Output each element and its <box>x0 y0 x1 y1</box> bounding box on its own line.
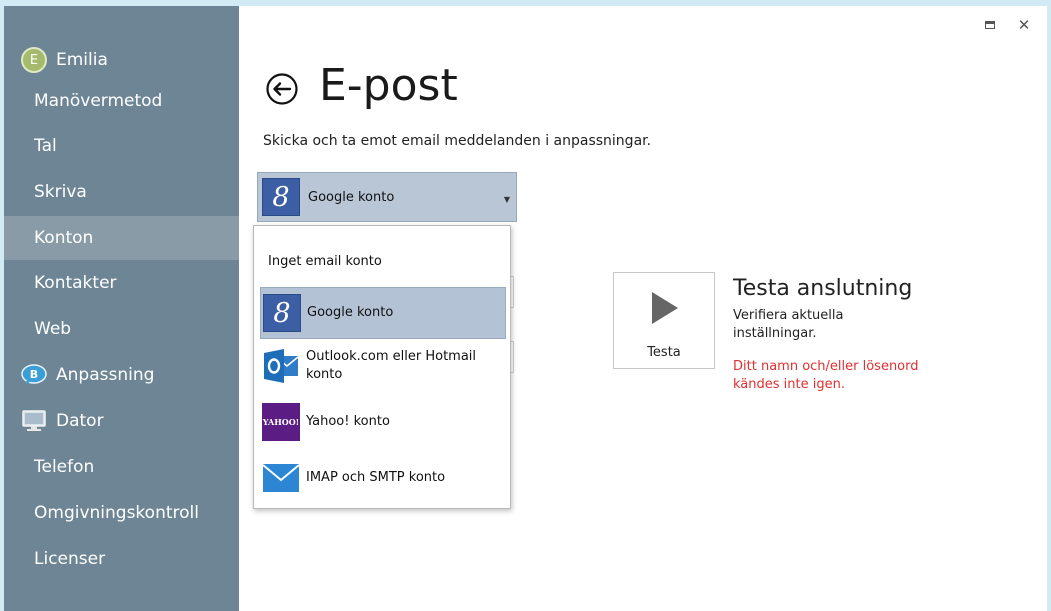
test-button[interactable]: Testa <box>613 272 715 369</box>
sidebar-item-manovermetod[interactable]: Manövermetod <box>4 79 239 123</box>
option-label: IMAP och SMTP konto <box>306 470 446 485</box>
sidebar-item-dator[interactable]: Dator <box>4 399 239 443</box>
sidebar-item-label: Skriva <box>34 182 87 202</box>
test-connection-title: Testa anslutning <box>733 276 913 301</box>
option-outlook[interactable]: Outlook.com eller Hotmail konto <box>260 340 506 392</box>
back-button[interactable] <box>265 72 299 106</box>
app-window: E Emilia Manövermetod Tal Skriva Konton … <box>4 6 1047 611</box>
sidebar-item-web[interactable]: Web <box>4 307 239 351</box>
monitor-icon <box>20 407 48 435</box>
sidebar-item-telefon[interactable]: Telefon <box>4 445 239 489</box>
account-select-value: Google konto <box>308 189 395 205</box>
page-subtitle: Skicka och ta emot email meddelanden i a… <box>263 133 652 149</box>
test-connection-error: Ditt namn och/eller lösenord kändes inte… <box>733 359 919 392</box>
sidebar-item-label: Anpassning <box>56 365 155 385</box>
sidebar: E Emilia Manövermetod Tal Skriva Konton … <box>4 6 239 611</box>
sidebar-item-label: Dator <box>56 411 104 431</box>
sidebar-item-kontakter[interactable]: Kontakter <box>4 261 239 305</box>
envelope-icon <box>262 459 300 497</box>
option-imap[interactable]: IMAP och SMTP konto <box>260 452 506 504</box>
account-select[interactable]: 8 Google konto ▼ <box>257 172 517 222</box>
option-label: Outlook.com eller Hotmail konto <box>306 349 477 382</box>
sidebar-item-label: Web <box>34 319 72 339</box>
yahoo-logo-text: YAHOO! <box>262 403 300 441</box>
sidebar-item-label: Konton <box>34 228 94 248</box>
account-dropdown: Inget email konto 8 Google konto Outlook… <box>253 225 511 509</box>
sidebar-item-label: Omgivningskontroll <box>34 503 199 523</box>
close-icon: ✕ <box>1017 16 1031 34</box>
maximize-icon <box>985 21 995 29</box>
sidebar-item-tal[interactable]: Tal <box>4 124 239 168</box>
yahoo-logo-icon: YAHOO! <box>262 403 300 441</box>
google-logo-icon: 8 <box>262 178 300 216</box>
maximize-button[interactable] <box>979 14 1001 36</box>
sidebar-item-label: Licenser <box>34 549 106 569</box>
chevron-down-icon: ▼ <box>503 195 510 204</box>
outlook-logo-icon <box>262 347 300 385</box>
svg-text:B: B <box>30 368 38 381</box>
main-panel: ✕ E-post Skicka och ta emot email meddel… <box>239 6 1047 611</box>
sidebar-user-name: Emilia <box>56 50 108 70</box>
close-button[interactable]: ✕ <box>1013 14 1035 36</box>
user-avatar-icon: E <box>20 46 48 74</box>
test-connection-description: Verifiera aktuella inställningar. <box>733 308 844 341</box>
chat-bubble-icon: B <box>20 361 48 389</box>
option-yahoo[interactable]: YAHOO! Yahoo! konto <box>260 396 506 448</box>
sidebar-user[interactable]: E Emilia <box>4 38 239 82</box>
option-label: Inget email konto <box>268 254 382 269</box>
option-no-account[interactable]: Inget email konto <box>260 236 506 288</box>
sidebar-item-label: Telefon <box>34 457 95 477</box>
sidebar-item-label: Kontakter <box>34 273 117 293</box>
sidebar-item-label: Manövermetod <box>34 91 163 111</box>
test-button-label: Testa <box>647 345 681 360</box>
sidebar-item-omgivningskontroll[interactable]: Omgivningskontroll <box>4 491 239 535</box>
sidebar-item-label: Tal <box>34 136 57 156</box>
sidebar-item-konton[interactable]: Konton <box>4 216 239 260</box>
google-logo-icon: 8 <box>263 294 301 332</box>
option-label: Google konto <box>307 305 394 320</box>
sidebar-item-licenser[interactable]: Licenser <box>4 537 239 581</box>
sidebar-item-skriva[interactable]: Skriva <box>4 170 239 214</box>
page-title: E-post <box>319 60 458 111</box>
option-label: Yahoo! konto <box>306 414 390 429</box>
avatar: E <box>21 47 47 73</box>
play-icon <box>652 292 678 324</box>
back-arrow-icon <box>266 73 298 105</box>
sidebar-item-anpassning[interactable]: B Anpassning <box>4 353 239 397</box>
option-google[interactable]: 8 Google konto <box>260 287 506 339</box>
